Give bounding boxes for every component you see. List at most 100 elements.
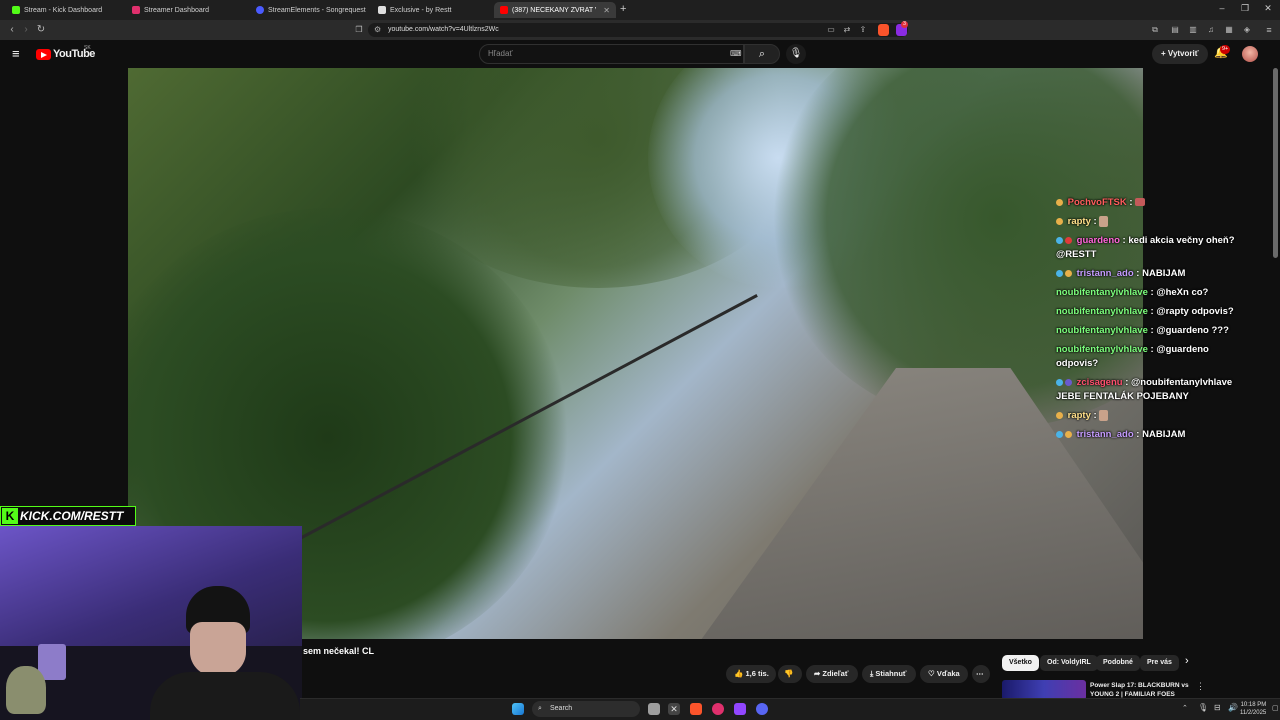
tray-chevron-icon[interactable]: ⌃: [1182, 704, 1188, 712]
chat-message: guardeno : kedi akcia večny oheň? @RESTT: [1056, 235, 1235, 260]
translate-icon[interactable]: ⇄: [840, 23, 854, 37]
region-code: SK: [84, 45, 91, 51]
back-icon[interactable]: ‹: [5, 23, 19, 37]
tab-exclusive[interactable]: Exclusive - by Restt: [372, 2, 494, 18]
youtube-logo-icon[interactable]: [36, 49, 51, 60]
chip-all[interactable]: Všetko: [1002, 655, 1039, 671]
windows-taskbar: ⌕ Search ✕ ⌃ 🎙 ⊟ 🔊 10:18 PM 11/2/2025 ▢: [300, 698, 1280, 720]
badge-icon: [1056, 411, 1063, 419]
site-info-icon[interactable]: ⚙: [374, 23, 381, 37]
sidebar-icon[interactable]: ▥: [1186, 23, 1200, 37]
thanks-button[interactable]: ♡ Vďaka: [920, 665, 968, 683]
maximize-icon[interactable]: ❐: [1235, 3, 1255, 14]
chat-username: guardeno: [1076, 235, 1120, 246]
chat-text: NABIJAM: [1142, 429, 1186, 440]
obs-icon[interactable]: [712, 703, 724, 715]
forward-icon[interactable]: ›: [19, 23, 33, 37]
minimize-icon[interactable]: –: [1212, 3, 1232, 13]
extensions-icon[interactable]: ⧉: [1148, 23, 1162, 37]
chat-username: zcisagenu: [1076, 377, 1123, 388]
more-actions-button[interactable]: ⋯: [972, 665, 990, 683]
brave-shields-icon[interactable]: [878, 24, 889, 36]
search-button[interactable]: ⌕: [744, 44, 780, 64]
page-favicon-icon: [378, 6, 386, 14]
tab-youtube-active[interactable]: (387) NEČEKANÝ ZVRAT V CI... ✕: [494, 2, 616, 18]
close-app-icon[interactable]: ✕: [668, 703, 680, 715]
close-window-icon[interactable]: ✕: [1258, 3, 1278, 14]
search-input[interactable]: Hľadať ⌨: [479, 44, 744, 64]
hamburger-menu-icon[interactable]: ≡: [12, 46, 20, 61]
recommended-menu-icon[interactable]: ⋮: [1196, 681, 1205, 692]
vpn-icon[interactable]: ◈: [1240, 23, 1254, 37]
thanks-label: Vďaka: [936, 669, 960, 678]
reading-list-icon[interactable]: ▦: [1222, 23, 1236, 37]
cast-icon[interactable]: ▭: [824, 23, 838, 37]
recommended-title[interactable]: Power Slap 17: BLACKBURN vs YOUNG 2 | FA…: [1090, 681, 1190, 699]
media-icon[interactable]: ♫: [1204, 23, 1218, 37]
tab-label: Streamer Dashboard: [144, 6, 209, 14]
chat-text: @guardeno ???: [1156, 325, 1229, 336]
chat-username: rapty: [1067, 410, 1091, 421]
badge-icon: [1056, 430, 1063, 438]
chip-related[interactable]: Podobné: [1096, 655, 1140, 671]
reload-icon[interactable]: ↻: [34, 23, 48, 37]
emote-icon: [1099, 409, 1109, 421]
tab-label: Exclusive - by Restt: [390, 6, 452, 14]
brave-browser-icon[interactable]: [690, 703, 702, 715]
thanks-icon: ♡: [928, 669, 937, 678]
dislike-button[interactable]: 👎: [778, 665, 802, 683]
url-text: youtube.com/watch?v=4Ultlzns2Wc: [388, 26, 499, 33]
chat-message: noubifentanylvhlave : @rapty odpovis?: [1056, 306, 1234, 317]
notification-count: 3: [901, 21, 908, 28]
tab-label: Stream - Kick Dashboard: [24, 6, 103, 14]
bookmark-icon[interactable]: ❒: [352, 23, 366, 37]
browser-toolbar: ‹ › ↻ ❒ ⚙ youtube.com/watch?v=4Ultlzns2W…: [0, 20, 1280, 40]
volume-icon[interactable]: 🔊: [1228, 703, 1238, 712]
chat-message: tristann_ado : NABIJAM: [1056, 267, 1236, 281]
keyboard-icon[interactable]: ⌨: [730, 45, 742, 63]
create-button[interactable]: + Vytvoriť: [1152, 44, 1208, 64]
share-label: Zdieľať: [822, 669, 849, 678]
badge-icon: [1065, 236, 1072, 244]
youtube-header: ≡ YouTube SK Hľadať ⌨ ⌕ 🎙 + Vytvoriť 🔔 9…: [0, 40, 1280, 68]
search-icon: ⌕: [538, 705, 542, 712]
microphone-icon[interactable]: 🎙: [1198, 703, 1208, 712]
task-view-icon[interactable]: [648, 703, 660, 715]
youtube-favicon-icon: [500, 6, 508, 14]
notification-center-icon[interactable]: ▢: [1272, 704, 1279, 712]
share-button[interactable]: ➦ Zdieľať: [806, 665, 858, 683]
download-label: Stiahnuť: [875, 669, 907, 678]
chat-username: noubifentanylvhlave: [1056, 306, 1148, 317]
network-icon[interactable]: ⊟: [1214, 703, 1221, 712]
plush-toy-shape: [6, 666, 46, 714]
new-tab-button[interactable]: +: [620, 3, 626, 15]
page-scrollbar[interactable]: [1273, 68, 1278, 258]
like-button[interactable]: 👍 1,6 tis.: [726, 665, 776, 683]
chat-username: noubifentanylvhlave: [1056, 287, 1148, 298]
video-title: sem nečekal! CL: [303, 646, 375, 656]
chip-from-channel[interactable]: Od: VoldyIRL: [1040, 655, 1098, 671]
chip-for-you[interactable]: Pre vás: [1140, 655, 1179, 671]
tab-streamer-dashboard[interactable]: Streamer Dashboard: [126, 2, 248, 18]
badge-icon: [1065, 430, 1072, 438]
twitch-icon[interactable]: [734, 703, 746, 715]
browser-menu-icon[interactable]: ≡: [1262, 23, 1276, 37]
chat-overlay: PochvoFTSK : rapty : guardeno : kedi akc…: [1056, 196, 1236, 447]
discord-icon[interactable]: [756, 703, 768, 715]
chips-next-icon[interactable]: ›: [1185, 655, 1189, 667]
chat-username: PochvoFTSK: [1067, 197, 1127, 208]
taskbar-search[interactable]: ⌕ Search: [532, 701, 640, 717]
share-page-icon[interactable]: ⇪: [856, 23, 870, 37]
start-icon[interactable]: [512, 703, 524, 715]
thumbs-down-icon: 👎: [784, 669, 794, 678]
avatar[interactable]: [1242, 46, 1258, 62]
tab-kick-dashboard[interactable]: Stream - Kick Dashboard: [6, 2, 124, 18]
recommended-thumbnail[interactable]: [1002, 680, 1086, 700]
taskbar-clock[interactable]: 10:18 PM 11/2/2025: [1240, 701, 1266, 717]
close-tab-icon[interactable]: ✕: [603, 6, 610, 15]
voice-search-icon[interactable]: 🎙: [786, 44, 806, 64]
clock-time: 10:18 PM: [1240, 702, 1267, 708]
wallet-icon[interactable]: ▤: [1168, 23, 1182, 37]
tab-streamelements[interactable]: StreamElements - Songrequest: [250, 2, 372, 18]
download-button[interactable]: ⤓ Stiahnuť: [862, 665, 916, 683]
